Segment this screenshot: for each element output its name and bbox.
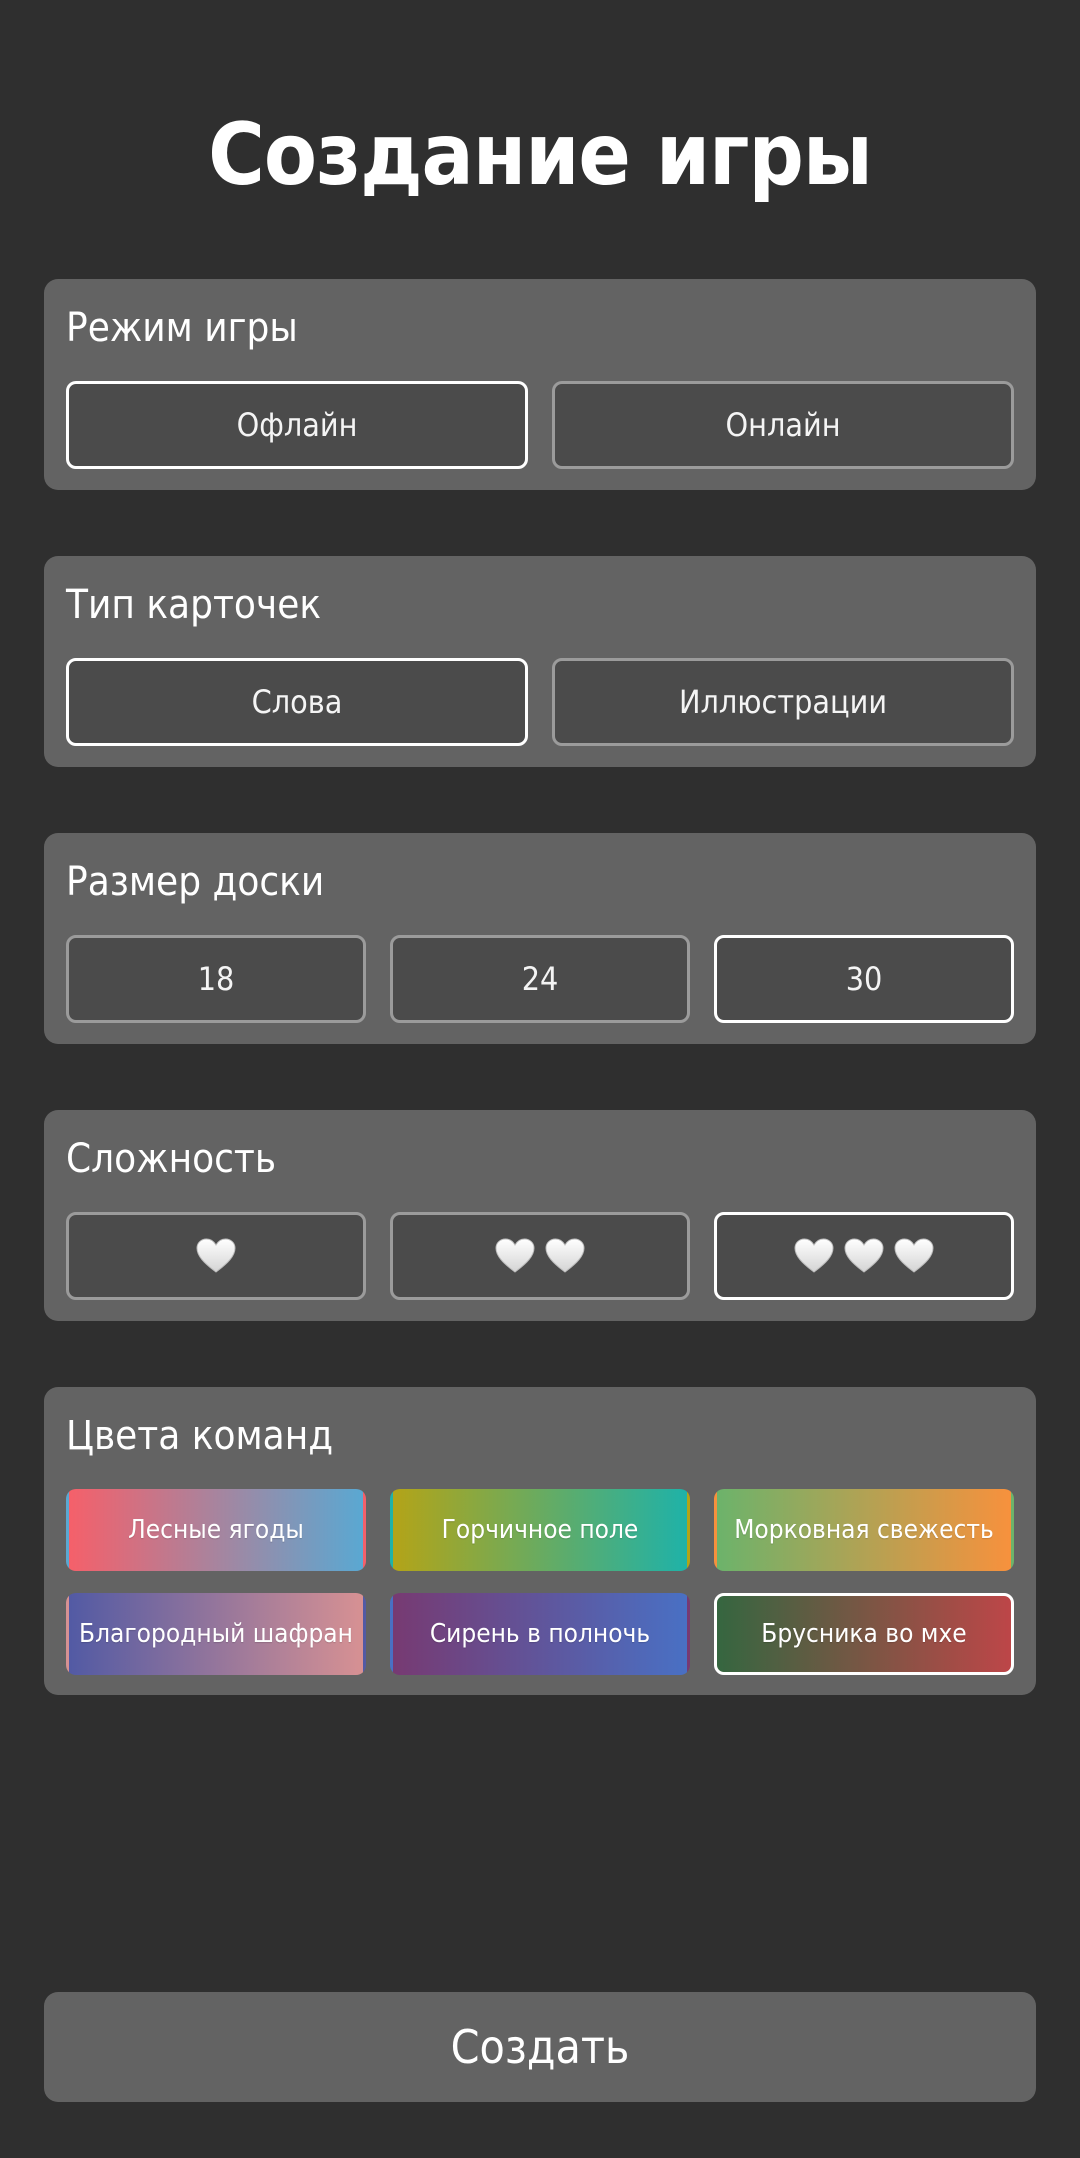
board-size-24-button[interactable]: 24 xyxy=(390,935,690,1023)
team-color-option[interactable]: Лесные ягоды xyxy=(66,1489,366,1571)
heart-icon xyxy=(495,1238,535,1274)
board-size-18-button[interactable]: 18 xyxy=(66,935,366,1023)
team-color-option[interactable]: Морковная свежесть xyxy=(714,1489,1014,1571)
game-mode-online-button[interactable]: Онлайн xyxy=(552,381,1014,469)
team-colors-label: Цвета команд xyxy=(66,1413,334,1459)
board-size-30-button[interactable]: 30 xyxy=(714,935,1014,1023)
difficulty-section: Сложность xyxy=(44,1110,1036,1321)
board-size-label: Размер доски xyxy=(66,859,325,905)
card-type-illustrations-button[interactable]: Иллюстрации xyxy=(552,658,1014,746)
team-color-option[interactable]: Брусника во мхе xyxy=(714,1593,1014,1675)
team-colors-section: Цвета команд Лесные ягоды Горчичное поле М… xyxy=(44,1387,1036,1695)
game-mode-label: Режим игры xyxy=(66,305,298,351)
team-color-option[interactable]: Сирень в полночь xyxy=(390,1593,690,1675)
hearts-group xyxy=(495,1238,585,1274)
hearts-group xyxy=(196,1238,236,1274)
card-type-label: Тип карточек xyxy=(66,582,322,628)
difficulty-level-1-button[interactable] xyxy=(66,1212,366,1300)
create-button[interactable]: Создать xyxy=(44,1992,1036,2102)
game-mode-section: Режим игры Офлайн Онлайн xyxy=(44,279,1036,490)
team-color-option[interactable]: Горчичное поле xyxy=(390,1489,690,1571)
heart-icon xyxy=(545,1238,585,1274)
card-type-words-button[interactable]: Слова xyxy=(66,658,528,746)
difficulty-level-2-button[interactable] xyxy=(390,1212,690,1300)
page-title: Создание игры xyxy=(208,105,873,205)
difficulty-level-3-button[interactable] xyxy=(714,1212,1014,1300)
heart-icon xyxy=(894,1238,934,1274)
difficulty-label: Сложность xyxy=(66,1136,277,1182)
team-color-option[interactable]: Благородный шафран xyxy=(66,1593,366,1675)
heart-icon xyxy=(196,1238,236,1274)
card-type-section: Тип карточек Слова Иллюстрации xyxy=(44,556,1036,767)
board-size-section: Размер доски 18 24 30 xyxy=(44,833,1036,1044)
heart-icon xyxy=(794,1238,834,1274)
game-mode-offline-button[interactable]: Офлайн xyxy=(66,381,528,469)
hearts-group xyxy=(794,1238,934,1274)
heart-icon xyxy=(844,1238,884,1274)
